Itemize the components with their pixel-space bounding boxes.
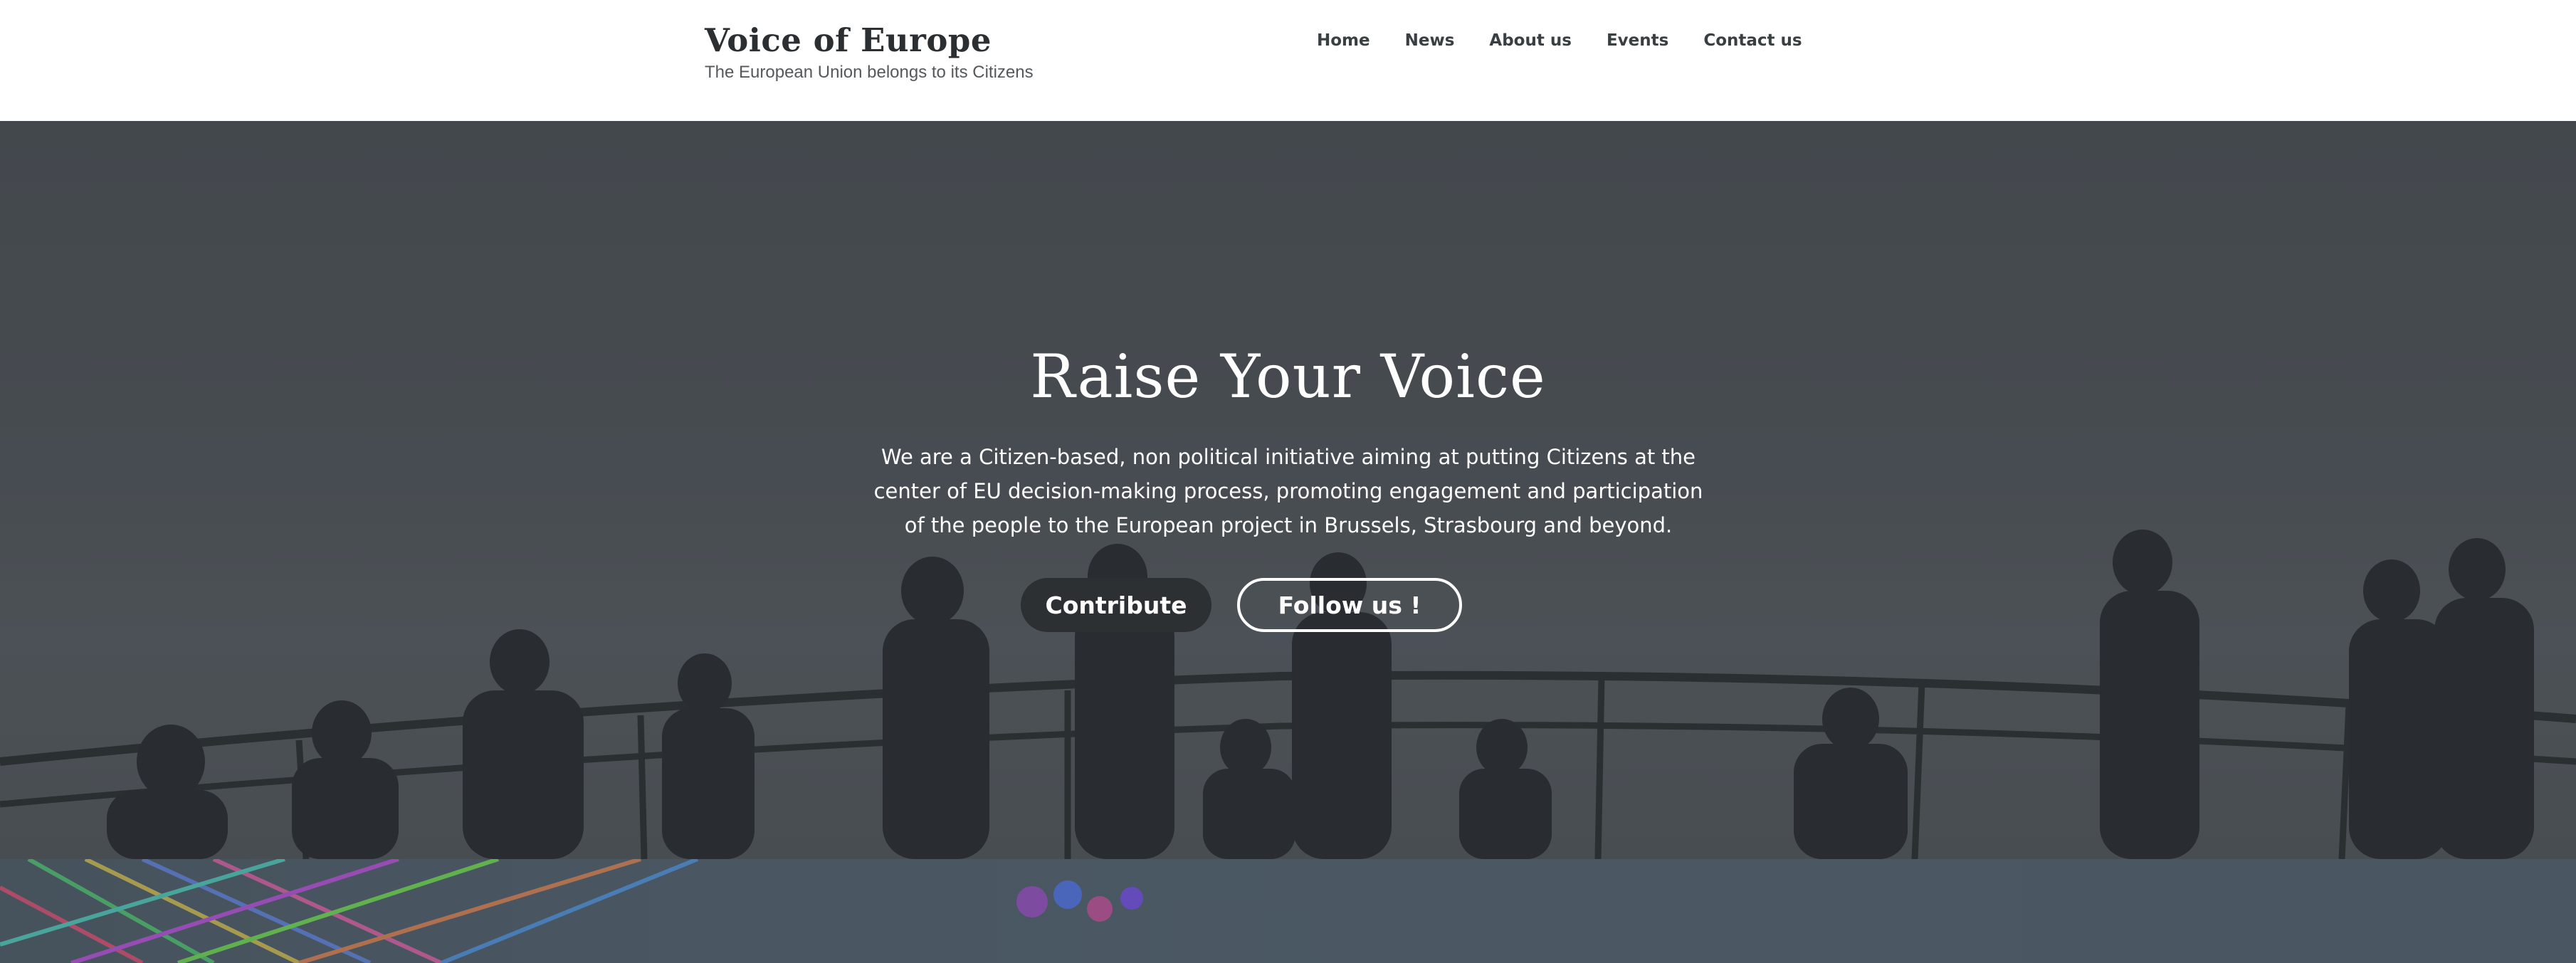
- contribute-button[interactable]: Contribute: [1021, 578, 1211, 632]
- hero-section: Raise Your Voice We are a Citizen-based,…: [0, 121, 2576, 859]
- colorful-lights-image: [0, 859, 1143, 963]
- hero-description-line: center of EU decision-making process, pr…: [873, 479, 1703, 503]
- site-title[interactable]: Voice of Europe: [705, 21, 992, 59]
- nav-events[interactable]: Events: [1607, 31, 1668, 50]
- nav-news[interactable]: News: [1405, 31, 1455, 50]
- hero-title: Raise Your Voice: [1030, 342, 1546, 411]
- follow-us-button[interactable]: Follow us !: [1237, 578, 1462, 632]
- nav-contact-us[interactable]: Contact us: [1703, 31, 1802, 50]
- main-navigation: Home News About us Events Contact us: [1317, 31, 1802, 50]
- site-tagline: The European Union belongs to its Citize…: [705, 63, 1034, 82]
- nav-home[interactable]: Home: [1317, 31, 1370, 50]
- hero-description-line: of the people to the European project in…: [904, 513, 1673, 537]
- next-section-preview: [0, 859, 2576, 963]
- site-header: Voice of Europe The European Union belon…: [0, 0, 2576, 121]
- hero-description-line: We are a Citizen-based, non political in…: [880, 445, 1696, 469]
- hero-description: We are a Citizen-based, non political in…: [840, 440, 1737, 542]
- nav-about-us[interactable]: About us: [1489, 31, 1572, 50]
- hero-content: Raise Your Voice We are a Citizen-based,…: [0, 121, 2576, 859]
